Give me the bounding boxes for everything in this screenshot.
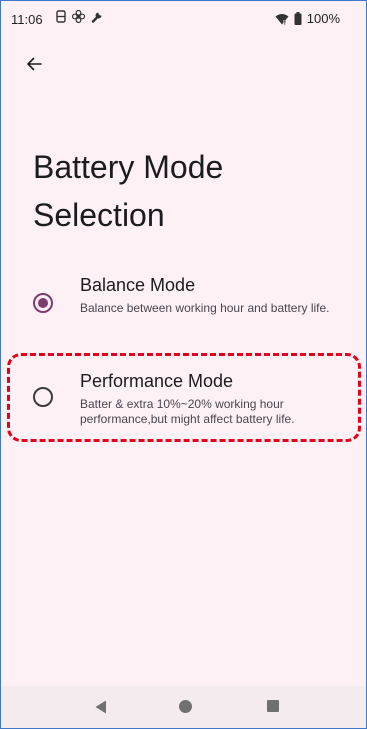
balance-mode-option[interactable]: Balance Mode Balance between working hou… (1, 273, 366, 343)
status-icons (56, 10, 104, 23)
nav-recents-icon[interactable] (267, 700, 279, 712)
navigation-bar (1, 686, 366, 728)
status-bar: 11:06 100% (1, 1, 366, 35)
device-screen: 11:06 100% Battery Mode Selection Balanc… (0, 0, 367, 729)
nav-home-icon[interactable] (179, 700, 192, 713)
option-description: Balance between working hour and battery… (80, 301, 330, 315)
back-button[interactable] (19, 49, 49, 79)
battery-percent: 100% (306, 11, 340, 26)
wifi-icon (275, 13, 289, 24)
notification-icon (56, 10, 66, 23)
wrench-icon (91, 12, 102, 23)
fan-icon (72, 10, 85, 23)
option-title: Balance Mode (80, 275, 196, 295)
highlight-annotation (7, 353, 361, 442)
status-right: 100% (275, 11, 340, 26)
nav-back-icon[interactable] (95, 700, 107, 714)
page-title: Battery Mode Selection (33, 149, 224, 233)
battery-icon (294, 12, 302, 25)
status-time: 11:06 (11, 12, 43, 27)
arrow-back-icon (27, 57, 42, 71)
radio-button-checked[interactable] (33, 293, 53, 313)
